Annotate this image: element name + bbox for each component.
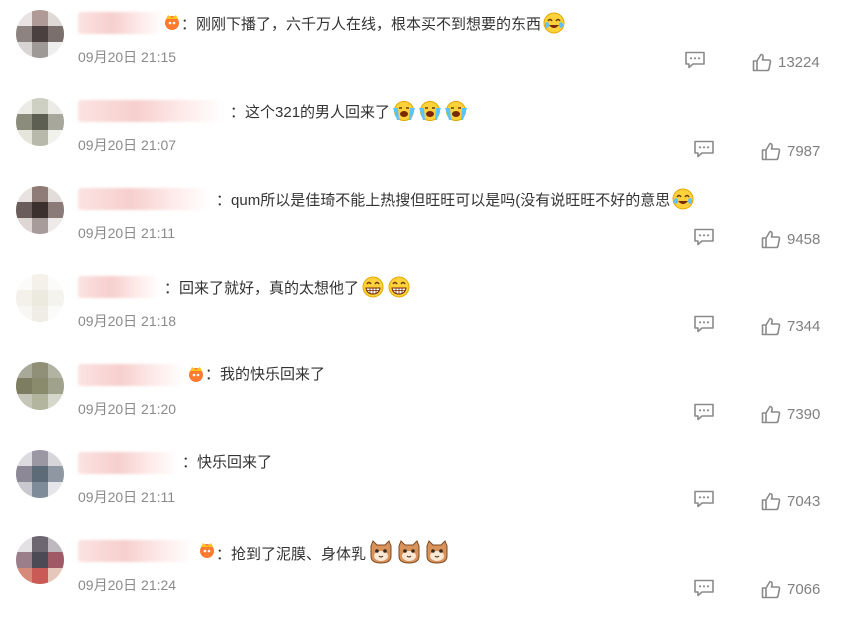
vip-crown-badge bbox=[200, 543, 214, 558]
comment-text: ：我的快乐回来了 bbox=[205, 366, 326, 383]
laugh-cry-emoji bbox=[672, 188, 694, 210]
comment-item: ：qum所以是佳琦不能上热搜但旺旺可以是吗(没有说旺旺不好的意思 09月20日 … bbox=[0, 176, 865, 263]
cat-emoji bbox=[426, 540, 448, 564]
username-blurred[interactable] bbox=[78, 12, 164, 34]
comment-icon[interactable] bbox=[693, 490, 715, 508]
comment-timestamp: 09月20日 21:24 bbox=[78, 577, 177, 593]
username-blurred[interactable] bbox=[78, 188, 210, 210]
comment-text: ：qum所以是佳琦不能上热搜但旺旺可以是吗(没有说旺旺不好的意思 bbox=[216, 188, 694, 212]
comment-item: ：快乐回来了 09月20日 21:11 7043 bbox=[0, 440, 865, 527]
like-button[interactable]: 7390 bbox=[761, 404, 820, 424]
like-count: 13224 bbox=[778, 53, 820, 71]
comment-icon[interactable] bbox=[693, 228, 715, 246]
like-button[interactable]: 13224 bbox=[752, 52, 820, 72]
avatar[interactable] bbox=[16, 274, 64, 322]
like-button[interactable]: 7043 bbox=[761, 491, 820, 511]
comment-timestamp: 09月20日 21:07 bbox=[78, 137, 177, 153]
comment-text: ：回来了就好，真的太想他了 bbox=[164, 276, 411, 300]
like-count: 7066 bbox=[787, 580, 821, 598]
crying-emoji bbox=[445, 101, 468, 121]
comment-icon[interactable] bbox=[693, 140, 715, 158]
comment-text: ：快乐回来了 bbox=[182, 454, 273, 471]
comment-text: ：抢到了泥膜、身体乳 bbox=[216, 540, 450, 566]
avatar[interactable] bbox=[16, 10, 64, 58]
crying-emoji bbox=[393, 101, 416, 121]
like-button[interactable]: 9458 bbox=[761, 229, 820, 249]
avatar[interactable] bbox=[16, 450, 64, 498]
thumbs-up-icon bbox=[761, 492, 781, 510]
username-blurred[interactable] bbox=[78, 276, 160, 298]
laugh-cry-emoji bbox=[543, 12, 565, 34]
like-count: 7390 bbox=[787, 405, 821, 423]
comment-item: ：这个321的男人回来了 09月20日 21:07 7987 bbox=[0, 88, 865, 175]
grin-emoji bbox=[362, 276, 384, 298]
comment-timestamp: 09月20日 21:20 bbox=[78, 401, 177, 417]
username-blurred[interactable] bbox=[78, 364, 184, 386]
crying-emoji bbox=[419, 101, 442, 121]
comment-item: ：刚刚下播了，六千万人在线，根本买不到想要的东西 09月20日 21:15 13… bbox=[0, 0, 865, 87]
like-button[interactable]: 7066 bbox=[761, 579, 820, 599]
like-count: 7987 bbox=[787, 142, 821, 160]
comment-text: ：刚刚下播了，六千万人在线，根本买不到想要的东西 bbox=[181, 12, 565, 36]
comment-timestamp: 09月20日 21:11 bbox=[78, 225, 176, 241]
comment-timestamp: 09月20日 21:11 bbox=[78, 489, 176, 505]
comment-icon[interactable] bbox=[693, 403, 715, 421]
comment-item: ：抢到了泥膜、身体乳 09月20日 21:24 7066 bbox=[0, 528, 865, 615]
thumbs-up-icon bbox=[761, 142, 781, 160]
comment-icon[interactable] bbox=[693, 315, 715, 333]
avatar[interactable] bbox=[16, 362, 64, 410]
comment-item: ：回来了就好，真的太想他了 09月20日 21:18 7344 bbox=[0, 264, 865, 351]
like-count: 7344 bbox=[787, 317, 821, 335]
cat-emoji bbox=[370, 540, 392, 564]
comment-text: ：这个321的男人回来了 bbox=[230, 100, 468, 124]
thumbs-up-icon bbox=[761, 317, 781, 335]
avatar[interactable] bbox=[16, 536, 64, 584]
vip-crown-badge bbox=[189, 367, 203, 382]
username-blurred[interactable] bbox=[78, 540, 194, 562]
grin-emoji bbox=[388, 276, 410, 298]
comment-icon[interactable] bbox=[684, 51, 706, 69]
like-button[interactable]: 7344 bbox=[761, 316, 820, 336]
thumbs-up-icon bbox=[752, 53, 772, 71]
thumbs-up-icon bbox=[761, 580, 781, 598]
vip-crown-badge bbox=[165, 15, 179, 30]
thumbs-up-icon bbox=[761, 405, 781, 423]
like-count: 9458 bbox=[787, 230, 821, 248]
avatar[interactable] bbox=[16, 186, 64, 234]
like-button[interactable]: 7987 bbox=[761, 141, 820, 161]
comment-item: ：我的快乐回来了 09月20日 21:20 7390 bbox=[0, 352, 865, 439]
thumbs-up-icon bbox=[761, 230, 781, 248]
comment-timestamp: 09月20日 21:18 bbox=[78, 313, 177, 329]
username-blurred[interactable] bbox=[78, 452, 178, 474]
avatar[interactable] bbox=[16, 98, 64, 146]
username-blurred[interactable] bbox=[78, 100, 224, 122]
comment-timestamp: 09月20日 21:15 bbox=[78, 49, 177, 65]
cat-emoji bbox=[398, 540, 420, 564]
like-count: 7043 bbox=[787, 492, 821, 510]
comment-icon[interactable] bbox=[693, 579, 715, 597]
